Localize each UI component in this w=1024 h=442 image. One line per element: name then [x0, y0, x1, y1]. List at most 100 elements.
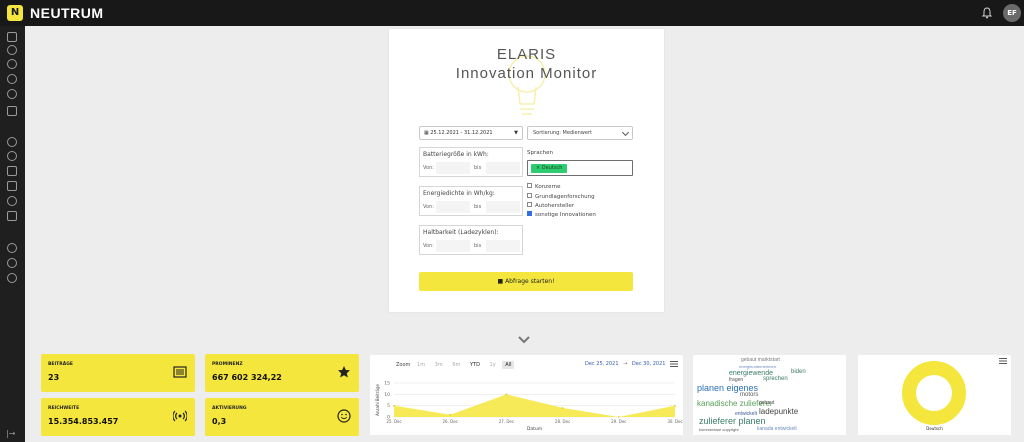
energy-density-filter: Energiedichte in Wh/kg: Von: bis — [419, 186, 523, 216]
kpi-label: BEITRÄGE — [48, 362, 73, 367]
checkbox-checked-icon[interactable] — [527, 211, 532, 216]
trend-icon[interactable] — [7, 106, 17, 116]
cycles-from-input[interactable] — [436, 240, 470, 252]
filter-legend: Batteriegröße in kWh: — [423, 151, 489, 158]
language-chip[interactable]: × Deutsch — [531, 164, 568, 173]
y-tick-label: 10 — [384, 392, 390, 398]
checkbox-grundlagenforschung[interactable]: Grundlagenforschung — [527, 193, 595, 201]
data-point — [505, 393, 508, 396]
x-tick-label: 25. Dec — [386, 419, 401, 424]
brand-logo[interactable]: N — [7, 5, 23, 21]
kpi-contributions: BEITRÄGE 23 — [41, 354, 195, 392]
database-icon[interactable] — [7, 166, 17, 176]
cloud-word: kanada entwickelt — [757, 426, 797, 432]
cycles-to-input[interactable] — [486, 240, 520, 252]
y-axis-label: Anzahl Beiträge — [375, 384, 380, 416]
from-label: Von: — [423, 165, 434, 171]
kpi-value: 667 602 324,22 — [212, 373, 282, 382]
chevron-down-icon — [621, 128, 630, 137]
bell-icon[interactable] — [980, 6, 994, 20]
kpi-value: 23 — [48, 373, 60, 382]
wrench-icon[interactable] — [7, 243, 17, 253]
hamburger-menu-icon[interactable] — [999, 358, 1007, 364]
scroll-down-chevron-icon[interactable] — [517, 333, 531, 347]
settings-icon[interactable] — [7, 273, 17, 283]
checkbox-icon[interactable] — [527, 202, 532, 207]
checkbox-konzerne[interactable]: Konzerne — [527, 183, 561, 191]
smiley-icon — [337, 409, 351, 423]
donut-slice-deutsch[interactable] — [902, 361, 966, 425]
cloud-word: gebaut — [759, 400, 775, 406]
language-donut-chart — [902, 361, 966, 425]
chart-icon[interactable] — [7, 32, 17, 42]
sidebar: |→ — [0, 26, 25, 442]
target-icon[interactable] — [7, 45, 17, 55]
broadcast-icon — [173, 410, 187, 422]
calendar-icon: ▦ — [424, 130, 429, 136]
monitor-title: ELARIS — [496, 46, 557, 63]
checkbox-sonstige[interactable]: sonstige Innovationen — [527, 211, 596, 219]
checkbox-icon[interactable] — [527, 193, 532, 198]
innovation-monitor-card: ELARIS Innovation Monitor ▦ 25.12.2021 -… — [389, 29, 664, 312]
kpi-value: 15.354.853.457 — [48, 417, 119, 426]
data-point — [561, 407, 564, 409]
kpi-label: REICHWEITE — [48, 406, 80, 411]
kpi-label: AKTIVIERUNG — [212, 406, 247, 411]
y-tick-label: 15 — [384, 381, 390, 387]
from-label: Von: — [423, 204, 434, 210]
start-query-button[interactable]: ■ Abfrage starten! — [419, 272, 633, 291]
newspaper-icon — [173, 366, 187, 378]
caret-down-icon: ▼ — [514, 130, 518, 136]
cloud-word: energieunternehmen — [739, 364, 776, 369]
language-donut-panel: Deutsch — [858, 355, 1011, 435]
avatar[interactable]: EF — [1003, 4, 1021, 22]
start-query-label: Abfrage starten! — [505, 278, 555, 285]
brand-name[interactable]: NEUTRUM — [30, 5, 104, 21]
checkbox-label: sonstige Innovationen — [535, 212, 596, 218]
filter-legend: Energiedichte in Wh/kg: — [423, 190, 495, 197]
x-axis-label: Datum — [527, 426, 542, 432]
date-range-picker[interactable]: ▦ 25.12.2021 - 31.12.2021 ▼ — [419, 126, 523, 140]
battery-to-input[interactable] — [486, 162, 520, 174]
from-label: Von: — [423, 243, 434, 249]
tag-icon[interactable] — [7, 196, 17, 206]
checkbox-label: Autohersteller — [535, 203, 575, 209]
x-tick-label: 30. Dec — [667, 419, 682, 424]
network-icon[interactable] — [7, 258, 17, 268]
chip-close-icon[interactable]: × — [536, 165, 540, 171]
compass-icon[interactable] — [7, 74, 17, 84]
cloud-word: kommentare copyright — [699, 427, 739, 432]
search-icon[interactable] — [7, 137, 17, 147]
cloud-word: gebaut marktstart — [741, 357, 780, 363]
cloud-word: motors — [740, 392, 759, 398]
to-label: bis — [474, 204, 482, 210]
archive-icon[interactable] — [7, 181, 17, 191]
battery-from-input[interactable] — [436, 162, 470, 174]
briefcase-icon[interactable] — [7, 211, 17, 221]
languages-select[interactable]: × Deutsch — [527, 160, 633, 176]
to-label: bis — [474, 243, 482, 249]
cloud-word: biden — [791, 369, 806, 375]
word-cloud-panel: gebaut marktstart energieunternehmen ene… — [693, 355, 846, 435]
y-tick-label: 5 — [387, 403, 390, 409]
data-point — [449, 413, 451, 416]
x-tick-label: 27. Dec — [499, 419, 514, 424]
globe-icon[interactable] — [7, 59, 17, 69]
to-label: bis — [474, 165, 482, 171]
pie-icon[interactable] — [7, 151, 17, 161]
x-tick-label: 26. Dec — [443, 419, 458, 424]
filter-legend: Haltbarkeit (Ladezyklen): — [423, 229, 499, 236]
date-range-value: 25.12.2021 - 31.12.2021 — [430, 130, 493, 136]
kpi-value: 0,3 — [212, 417, 227, 426]
contributions-area-chart: 05101525. Dec 26. Dec 27. Dec 28. Dec 29. De… — [375, 381, 683, 433]
collapse-sidebar-icon[interactable]: |→ — [6, 429, 15, 438]
search-chart-icon[interactable] — [7, 89, 17, 99]
density-to-input[interactable] — [486, 201, 520, 213]
kpi-activation: AKTIVIERUNG 0,3 — [205, 398, 359, 436]
chat-icon: ■ — [497, 278, 504, 285]
checkbox-autohersteller[interactable]: Autohersteller — [527, 202, 575, 210]
density-from-input[interactable] — [436, 201, 470, 213]
checkbox-icon[interactable] — [527, 183, 532, 188]
monitor-subtitle: Innovation Monitor — [455, 65, 598, 82]
sort-select[interactable]: Sortierung: Medienwert — [527, 126, 633, 140]
